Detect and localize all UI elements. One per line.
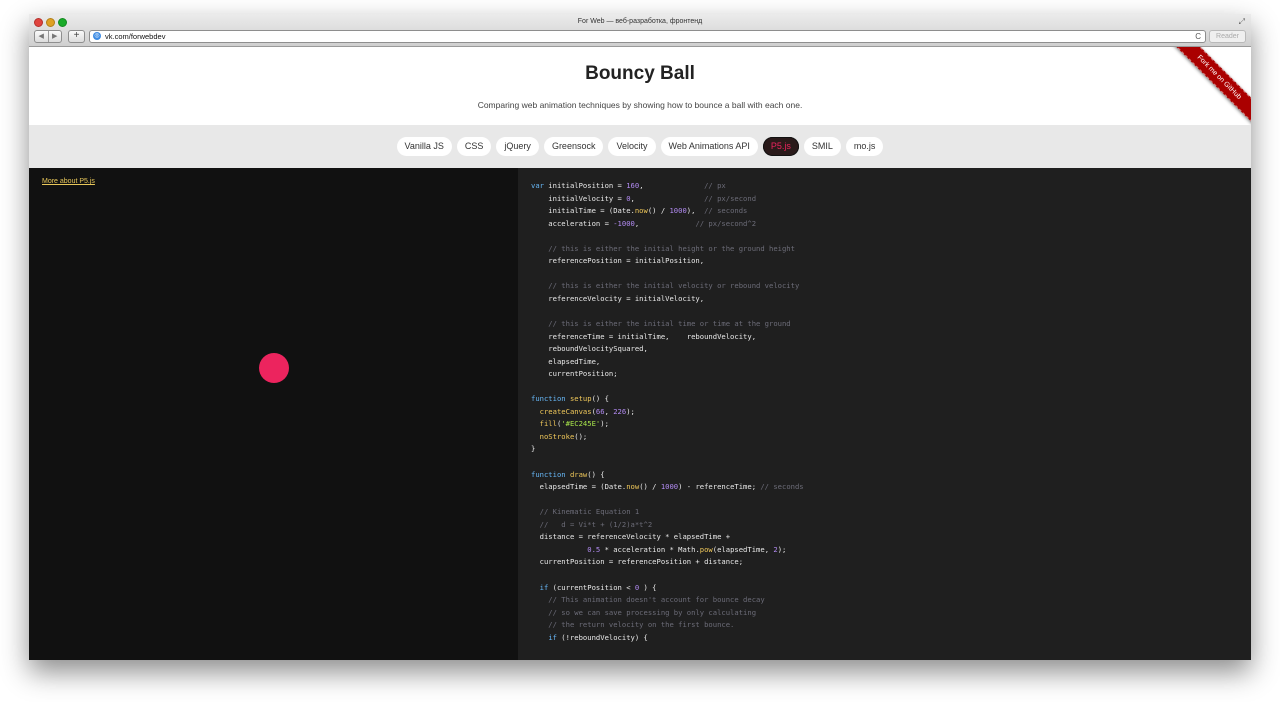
- code-line: initialTime = (Date.now() / 1000), // se…: [531, 206, 748, 216]
- reader-button[interactable]: Reader: [1209, 30, 1246, 43]
- more-about-link[interactable]: More about P5.js: [42, 178, 95, 185]
- code-line: elapsedTime = (Date.now() / 1000) - refe…: [531, 482, 804, 492]
- code-panel: var initialPosition = 160, // px initial…: [518, 168, 1251, 660]
- page-header: Bouncy Ball Comparing web animation tech…: [29, 47, 1251, 127]
- code-line: if (!reboundVelocity) {: [548, 632, 648, 642]
- code-line: reboundVelocitySquared,: [531, 344, 648, 354]
- nav-buttons: ◀ ▶: [34, 30, 62, 43]
- web-page: Bouncy Ball Comparing web animation tech…: [29, 47, 1251, 660]
- tab-vanilla-js[interactable]: Vanilla JS: [396, 137, 452, 156]
- demo-panel: More about P5.js: [29, 168, 518, 660]
- code-line: fill('#EC245E');: [539, 419, 609, 429]
- code-line: if (currentPosition < 0 ) {: [539, 582, 657, 592]
- code-line: // this is either the initial height or …: [531, 243, 795, 253]
- page-subtitle: Comparing web animation techniques by sh…: [477, 100, 803, 110]
- code-line: // the return velocity on the first boun…: [531, 620, 735, 630]
- code-line: distance = referenceVelocity * elapsedTi…: [531, 532, 731, 542]
- bouncing-ball: [259, 353, 289, 383]
- code-line: function draw() {: [531, 469, 605, 479]
- code-line: // Kinematic Equation 1: [531, 507, 640, 517]
- code-line: // this is either the initial time or ti…: [531, 319, 791, 329]
- back-button[interactable]: ◀: [35, 31, 48, 42]
- address-bar[interactable]: ◎ vk.com/forwebdev C: [89, 30, 1206, 43]
- reload-icon[interactable]: C: [1195, 31, 1201, 42]
- code-line: referenceTime = initialTime, reboundVelo…: [531, 331, 757, 341]
- add-bookmark-button[interactable]: +: [68, 30, 85, 43]
- code-line: // d = Vi*t + (1/2)a*t^2: [531, 519, 653, 529]
- code-line: var initialPosition = 160, // px: [531, 181, 726, 190]
- url-text: vk.com/forwebdev: [105, 32, 166, 41]
- code-line: // This animation doesn't account for bo…: [531, 595, 765, 605]
- code-line: currentPosition = referencePosition + di…: [531, 557, 744, 567]
- code-line: }: [531, 444, 536, 454]
- tab-web-animations-api[interactable]: Web Animations API: [660, 137, 758, 156]
- code-line: elapsedTime,: [531, 356, 601, 366]
- code-line: currentPosition;: [531, 369, 618, 379]
- code-line: function setup() {: [531, 394, 609, 404]
- technique-tabs: Vanilla JS CSS jQuery Greensock Velocity Web …: [29, 125, 1251, 168]
- github-ribbon-container: Fork me on GitHub: [1171, 47, 1251, 127]
- tab-greensock[interactable]: Greensock: [543, 137, 604, 156]
- tab-mo-js[interactable]: mo.js: [845, 137, 884, 156]
- code-line: // this is either the initial velocity o…: [531, 281, 800, 291]
- page-title: Bouncy Ball: [585, 63, 695, 84]
- code-line: // so we can save processing by only cal…: [531, 607, 757, 617]
- code-line: referenceVelocity = initialVelocity,: [531, 293, 705, 303]
- tab-velocity[interactable]: Velocity: [608, 137, 656, 156]
- browser-window: For Web — веб-разработка, фронтенд ⤢ ◀ ▶…: [29, 14, 1251, 660]
- code-line: acceleration = -1000, // px/second^2: [531, 218, 757, 228]
- fork-on-github-ribbon[interactable]: Fork me on GitHub: [1171, 47, 1251, 127]
- forward-button[interactable]: ▶: [47, 31, 62, 42]
- tab-jquery[interactable]: jQuery: [496, 137, 539, 156]
- browser-toolbar: For Web — веб-разработка, фронтенд ⤢ ◀ ▶…: [29, 14, 1251, 47]
- code-line: initialVelocity = 0, // px/second: [531, 193, 757, 203]
- tab-css[interactable]: CSS: [456, 137, 492, 156]
- code-line: createCanvas(66, 226);: [539, 406, 635, 416]
- code-line: noStroke();: [539, 431, 588, 441]
- code-line: referencePosition = initialPosition,: [531, 256, 705, 266]
- fullscreen-icon[interactable]: ⤢: [1239, 17, 1245, 27]
- tab-smil[interactable]: SMIL: [803, 137, 841, 156]
- window-title: For Web — веб-разработка, фронтенд: [577, 18, 703, 25]
- globe-icon: ◎: [93, 32, 101, 40]
- code-line: 0.5 * acceleration * Math.pow(elapsedTim…: [587, 544, 787, 554]
- tab-p5-js[interactable]: P5.js: [762, 137, 799, 156]
